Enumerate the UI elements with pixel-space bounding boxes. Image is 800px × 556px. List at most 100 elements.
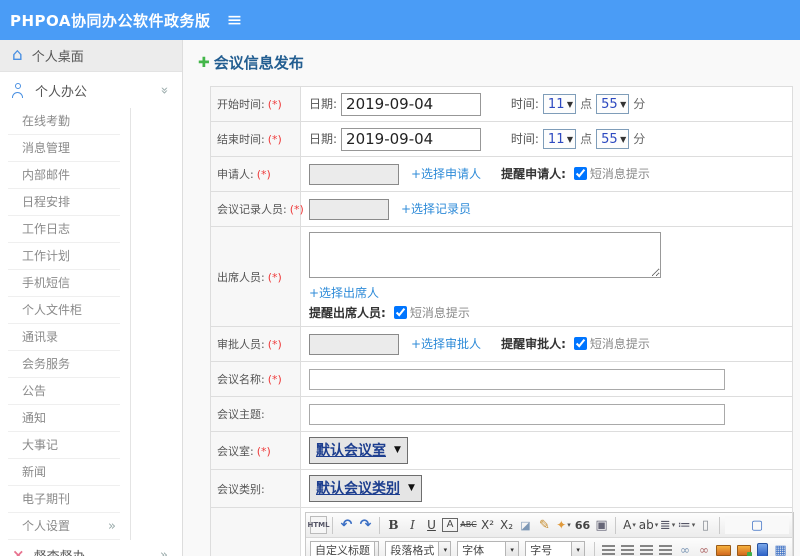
select-arrow-icon: ▼ — [394, 445, 401, 455]
new-page-icon[interactable]: ▯ — [697, 516, 714, 534]
applicant-row: 申请人: (*) +选择申请人 提醒申请人: 短消息提示 — [210, 156, 793, 192]
sidebar-item-work-log[interactable]: 工作日志 — [8, 216, 120, 243]
meeting-room-select[interactable]: 默认会议室 ▼ — [309, 437, 408, 464]
sidebar-item-announcement[interactable]: 公告 — [8, 378, 120, 405]
plus-icon: ✚ — [198, 54, 210, 71]
subscript-button[interactable]: X₂ — [498, 516, 515, 534]
paragraph-format-dropdown[interactable]: 段落格式 ▾ — [385, 540, 452, 556]
end-minute-select[interactable]: 55 ▼ — [596, 129, 630, 149]
sidebar-item-message-management[interactable]: 消息管理 — [8, 135, 120, 162]
required-mark: (*) — [256, 168, 271, 181]
choose-approver-link[interactable]: +选择审批人 — [411, 337, 481, 351]
end-hour-select[interactable]: 11 ▼ — [542, 129, 577, 149]
font-family-dropdown[interactable]: 字体 ▾ — [457, 540, 520, 556]
insert-link-icon[interactable]: ∞ — [676, 541, 693, 556]
sidebar-item-label: 个人办公 — [35, 84, 88, 100]
remind-applicant-label: 提醒申请人: — [501, 166, 566, 181]
applicant-input[interactable] — [309, 163, 399, 185]
italic-button[interactable]: I — [404, 516, 421, 534]
select-arrow-icon: ▼ — [408, 483, 415, 493]
meeting-category-select[interactable]: 默认会议类别 ▼ — [309, 475, 422, 502]
sidebar-item-schedule[interactable]: 日程安排 — [8, 189, 120, 216]
chevron-right-icon: » — [160, 547, 168, 556]
sidebar-item-online-attendance[interactable]: 在线考勤 — [8, 108, 120, 135]
superscript-button[interactable]: X² — [479, 516, 496, 534]
insert-table-icon[interactable]: ▦ — [772, 541, 789, 556]
start-date-input[interactable] — [341, 92, 482, 116]
field-label: 出席人员: (*) — [210, 226, 301, 327]
upload-image-icon[interactable] — [736, 544, 752, 556]
font-color-button[interactable]: A ▾ — [621, 516, 638, 534]
blockquote-button[interactable]: 66 — [574, 516, 591, 534]
sidebar-item-notice[interactable]: 通知 — [8, 405, 120, 432]
font-size-dropdown[interactable]: 字号 ▾ — [525, 540, 586, 556]
sidebar-item-address-book[interactable]: 通讯录 — [8, 324, 120, 351]
html-source-button[interactable]: HTML — [307, 516, 330, 534]
sidebar-item-personal-settings[interactable]: 个人设置 » — [8, 513, 120, 540]
align-right-icon[interactable] — [640, 545, 654, 555]
sidebar-item-personal-desktop[interactable]: ⌂ 个人桌面 — [0, 40, 182, 72]
align-justify-icon[interactable] — [659, 545, 673, 555]
approver-sms-checkbox[interactable] — [573, 336, 587, 350]
topbar: PHPOA协同办公软件政务版 ≡ — [0, 0, 800, 40]
format-wand-icon[interactable]: ✦ ▾ — [555, 516, 572, 534]
applicant-sms-checkbox[interactable] — [573, 166, 587, 180]
fullscreen-icon[interactable]: ▢ — [725, 516, 789, 534]
sidebar-item-meeting-service[interactable]: 会务服务 — [8, 351, 120, 378]
sms-hint-label: 短消息提示 — [589, 336, 650, 351]
bold-button[interactable]: B — [385, 516, 402, 534]
format-brush-icon[interactable]: ✎ — [536, 516, 553, 534]
insert-media-icon[interactable] — [756, 543, 769, 556]
sidebar-item-supervision[interactable]: × 督查督办 » — [0, 540, 182, 556]
sidebar-item-internal-mail[interactable]: 内部邮件 — [8, 162, 120, 189]
highlight-color-button[interactable]: ab ▾ — [639, 516, 659, 534]
remove-link-icon[interactable]: ∞ — [695, 541, 712, 556]
redo-icon[interactable]: ↷ — [357, 516, 374, 534]
sidebar-item-sms[interactable]: 手机短信 — [8, 270, 120, 297]
end-date-input[interactable] — [341, 127, 482, 151]
start-hour-select[interactable]: 11 ▼ — [542, 94, 577, 114]
rich-text-editor: HTML ↶ ↷ B I U A ABC X² X₂ ◪ ✎ ✦ ▾ 66 ▣ … — [305, 512, 794, 556]
meeting-category-row: 会议类别: 默认会议类别 ▼ — [210, 469, 793, 508]
align-center-icon[interactable] — [621, 545, 635, 555]
toolbar-separator — [594, 541, 596, 556]
toolbar-separator — [719, 516, 720, 534]
meeting-subject-input[interactable] — [309, 403, 725, 425]
align-left-icon[interactable] — [602, 545, 616, 555]
recorder-input[interactable] — [309, 198, 389, 220]
approver-input[interactable] — [309, 333, 399, 355]
meeting-name-input[interactable] — [309, 368, 725, 390]
undo-icon[interactable]: ↶ — [338, 516, 355, 534]
sidebar-item-work-plan[interactable]: 工作计划 — [8, 243, 120, 270]
required-mark: (*) — [267, 338, 282, 351]
unordered-list-button[interactable]: ≔ ▾ — [678, 516, 696, 534]
select-arrow-icon: ▼ — [566, 134, 574, 144]
custom-title-dropdown[interactable]: 自定义标题▾ — [310, 540, 380, 556]
sidebar-item-label: 督查督办 — [34, 546, 86, 556]
sidebar-item-personal-office[interactable]: 个人办公 » — [0, 72, 182, 108]
hamburger-menu-icon[interactable]: ≡ — [227, 10, 243, 30]
ordered-list-button[interactable]: ≣ ▾ — [659, 516, 676, 534]
field-label: 会议类别: — [210, 469, 301, 508]
paste-icon[interactable]: ▣ — [593, 516, 610, 534]
sidebar-item-major-events[interactable]: 大事记 — [8, 432, 120, 459]
sidebar-item-news[interactable]: 新闻 — [8, 459, 120, 486]
time-label: 时间: — [510, 96, 539, 111]
choose-applicant-link[interactable]: +选择申请人 — [411, 167, 481, 181]
sidebar-item-e-journal[interactable]: 电子期刊 — [8, 486, 120, 513]
toolbar-separator — [379, 516, 380, 534]
strikethrough-button[interactable]: ABC — [460, 516, 477, 534]
underline-button[interactable]: U — [423, 516, 440, 534]
insert-image-icon[interactable] — [716, 544, 731, 556]
field-label — [210, 507, 301, 556]
font-style-button[interactable]: A — [442, 518, 458, 532]
remove-format-icon[interactable]: ◪ — [517, 516, 534, 534]
dropdown-arrow-icon: ▾ — [374, 541, 379, 556]
start-minute-select[interactable]: 55 ▼ — [596, 94, 630, 114]
choose-attendees-link[interactable]: +选择出席人 — [309, 286, 379, 300]
attendees-textarea[interactable] — [309, 232, 661, 278]
sidebar-item-personal-file-cabinet[interactable]: 个人文件柜 — [8, 297, 120, 324]
home-icon: ⌂ — [12, 45, 23, 65]
attendees-sms-checkbox[interactable] — [393, 306, 407, 319]
choose-recorder-link[interactable]: +选择记录员 — [401, 202, 471, 216]
